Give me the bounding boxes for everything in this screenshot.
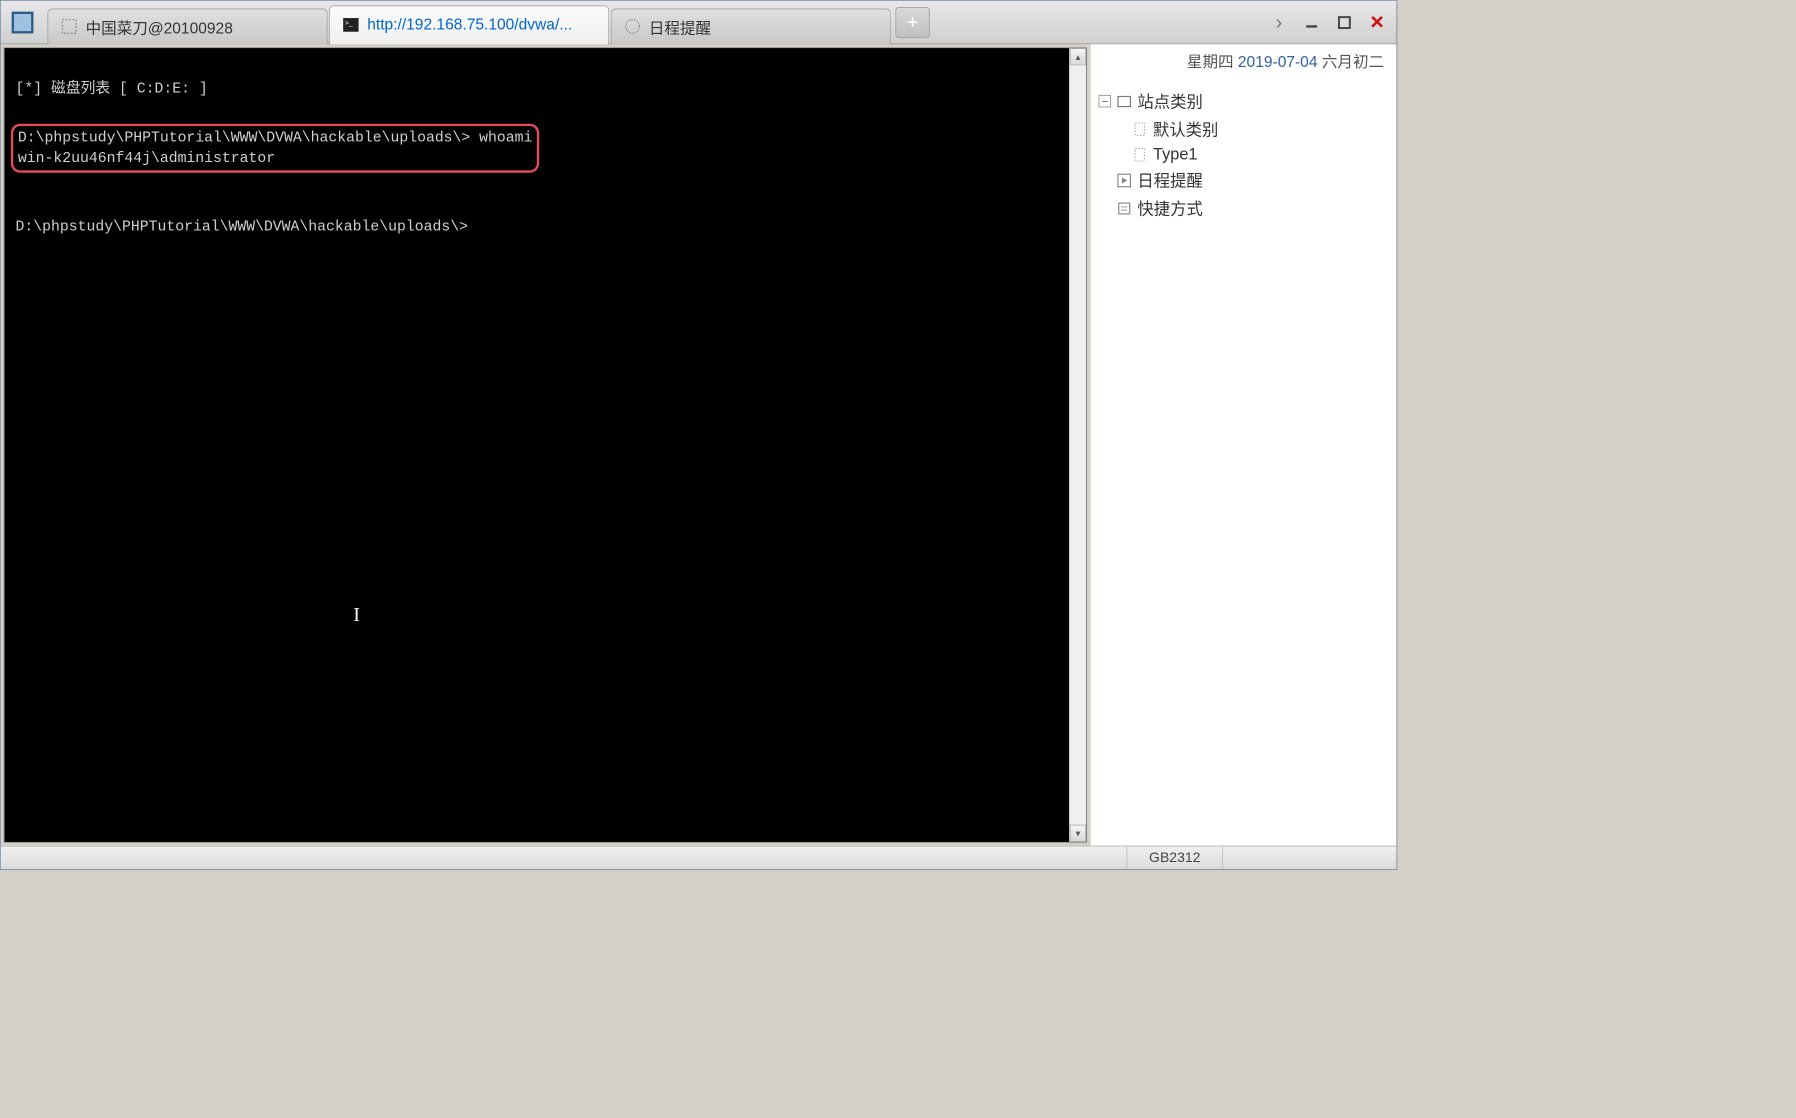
scroll-up-button[interactable]: ▴: [1070, 48, 1086, 65]
tab-label: http://192.168.75.100/dvwa/...: [367, 16, 572, 34]
close-button[interactable]: ×: [1362, 10, 1392, 35]
tree-label: Type1: [1153, 145, 1198, 164]
terminal-disk-list: [*] 磁盘列表 [ C:D:E: ]: [16, 79, 1059, 99]
main-left-column: [*] 磁盘列表 [ C:D:E: ] D:\phpstudy\PHPTutor…: [1, 44, 1090, 845]
note-icon: [1116, 200, 1133, 217]
maximize-button[interactable]: [1330, 10, 1360, 35]
new-tab-button[interactable]: +: [895, 7, 929, 38]
tree-node-type1[interactable]: Type1: [1099, 143, 1389, 166]
minimize-icon: [1304, 14, 1320, 30]
date-bar: 星期四 2019-07-04 六月初二: [1091, 44, 1397, 77]
tab-webshell[interactable]: >_ http://192.168.75.100/dvwa/...: [329, 5, 609, 44]
weekday-label: 星期四: [1187, 54, 1234, 71]
folder-icon: [1116, 93, 1133, 110]
collapse-icon[interactable]: −: [1099, 95, 1111, 107]
terminal-scrollbar[interactable]: ▴ ▾: [1069, 48, 1086, 842]
text-cursor-icon: I: [353, 601, 360, 628]
tree-node-schedule[interactable]: 日程提醒: [1099, 166, 1389, 194]
plus-icon: +: [907, 10, 919, 34]
tree-node-site-category[interactable]: − 站点类别: [1099, 87, 1389, 115]
content-area: [*] 磁盘列表 [ C:D:E: ] D:\phpstudy\PHPTutor…: [1, 44, 1397, 845]
terminal-container: [*] 磁盘列表 [ C:D:E: ] D:\phpstudy\PHPTutor…: [4, 47, 1087, 842]
tree-node-default-category[interactable]: 默认类别: [1099, 115, 1389, 143]
lunar-label: 六月初二: [1322, 54, 1384, 71]
close-icon: ×: [1370, 9, 1384, 35]
terminal-blank: [16, 178, 1059, 198]
document-icon: [1131, 146, 1148, 163]
chevron-right-icon[interactable]: ›: [1264, 10, 1294, 35]
titlebar-left: 中国菜刀@20100928 >_ http://192.168.75.100/d…: [1, 1, 1264, 44]
tree-label: 站点类别: [1137, 89, 1202, 112]
titlebar: 中国菜刀@20100928 >_ http://192.168.75.100/d…: [1, 1, 1397, 45]
terminal-prompt-1: D:\phpstudy\PHPTutorial\WWW\DVWA\hackabl…: [18, 128, 533, 148]
grid-icon: [624, 18, 641, 35]
site-tree: − 站点类别 默认类别 Type1: [1091, 78, 1397, 232]
tab-label: 中国菜刀@20100928: [86, 15, 233, 38]
terminal-prompt-2: D:\phpstudy\PHPTutorial\WWW\DVWA\hackabl…: [16, 217, 1059, 237]
highlighted-command-box: D:\phpstudy\PHPTutorial\WWW\DVWA\hackabl…: [11, 124, 540, 173]
scroll-track[interactable]: [1070, 65, 1086, 824]
main-window: 中国菜刀@20100928 >_ http://192.168.75.100/d…: [0, 0, 1397, 870]
tab-strip: 中国菜刀@20100928 >_ http://192.168.75.100/d…: [47, 0, 929, 44]
terminal-icon: >_: [342, 16, 359, 33]
maximize-icon: [1337, 14, 1353, 30]
tree-label: 默认类别: [1153, 117, 1218, 140]
window-controls: › ×: [1264, 1, 1396, 44]
app-logo-icon: [12, 11, 34, 33]
tree-label: 日程提醒: [1137, 169, 1202, 192]
dotted-square-icon: [61, 18, 78, 35]
statusbar-spacer: [1222, 846, 1378, 869]
play-square-icon: [1116, 172, 1133, 189]
tree-label: 快捷方式: [1137, 197, 1202, 220]
tree-node-shortcuts[interactable]: 快捷方式: [1099, 195, 1389, 223]
terminal-panel: [*] 磁盘列表 [ C:D:E: ] D:\phpstudy\PHPTutor…: [1, 44, 1090, 845]
tab-main[interactable]: 中国菜刀@20100928: [47, 8, 327, 44]
statusbar: GB2312: [1, 846, 1397, 869]
document-icon: [1131, 121, 1148, 138]
tab-label: 日程提醒: [649, 15, 711, 38]
terminal-output-1: win-k2uu46nf44j\administrator: [18, 148, 533, 168]
date-link[interactable]: 2019-07-04: [1238, 54, 1318, 71]
terminal-output[interactable]: [*] 磁盘列表 [ C:D:E: ] D:\phpstudy\PHPTutor…: [5, 48, 1069, 842]
app-icon[interactable]: [1, 0, 45, 44]
scroll-down-button[interactable]: ▾: [1070, 825, 1086, 842]
encoding-indicator[interactable]: GB2312: [1126, 846, 1222, 869]
svg-text:>_: >_: [345, 20, 353, 27]
sidebar: 星期四 2019-07-04 六月初二 − 站点类别 默认类别: [1090, 44, 1397, 845]
tab-schedule[interactable]: 日程提醒: [611, 8, 891, 44]
minimize-button[interactable]: [1297, 10, 1327, 35]
